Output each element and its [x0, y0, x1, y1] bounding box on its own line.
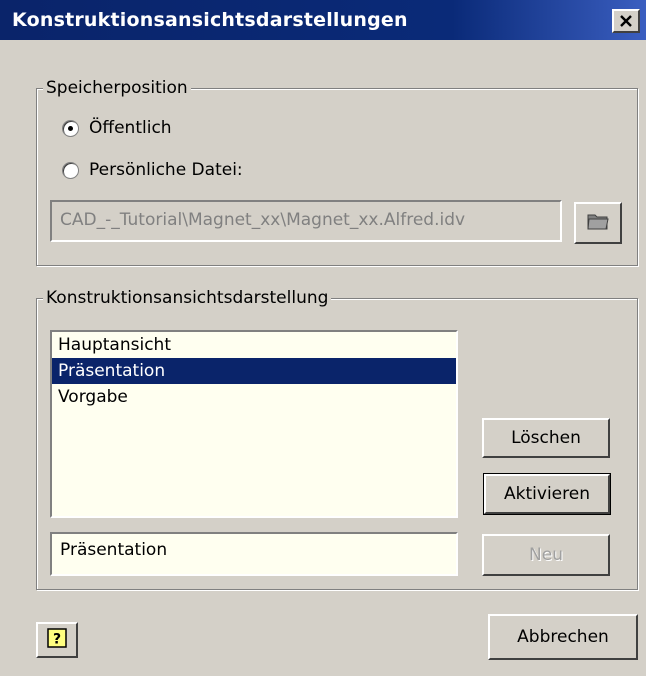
views-group-label: Konstruktionsansichtsdarstellung — [43, 287, 332, 309]
window-title: Konstruktionsansichtsdarstellungen — [12, 9, 408, 31]
path-field: CAD_-_Tutorial\Magnet_xx\Magnet_xx.Alfre… — [50, 200, 562, 242]
help-icon: ? — [46, 627, 68, 654]
list-item[interactable]: Vorgabe — [52, 384, 456, 410]
radio-public-label: Öffentlich — [89, 118, 172, 138]
close-icon — [619, 15, 633, 27]
delete-button[interactable]: Löschen — [482, 418, 610, 458]
list-item[interactable]: Hauptansicht — [52, 332, 456, 358]
browse-button[interactable] — [574, 202, 622, 244]
view-name-input[interactable]: Präsentation — [50, 532, 458, 576]
cancel-button[interactable]: Abbrechen — [488, 614, 638, 660]
radio-personal-indicator[interactable] — [62, 161, 79, 179]
title-bar: Konstruktionsansichtsdarstellungen — [0, 0, 646, 40]
close-button[interactable] — [612, 9, 640, 33]
views-list[interactable]: Hauptansicht Präsentation Vorgabe — [50, 330, 458, 518]
radio-personal[interactable]: Persönliche Datei: — [62, 160, 243, 180]
storage-group-label: Speicherposition — [43, 77, 191, 99]
radio-personal-label: Persönliche Datei: — [89, 160, 243, 180]
help-button[interactable]: ? — [36, 622, 78, 658]
activate-button[interactable]: Aktivieren — [483, 473, 611, 515]
radio-public-indicator[interactable] — [62, 119, 79, 137]
radio-public[interactable]: Öffentlich — [62, 118, 172, 138]
new-button[interactable]: Neu — [482, 534, 610, 576]
svg-text:?: ? — [53, 631, 61, 647]
list-item[interactable]: Präsentation — [52, 358, 456, 384]
folder-icon — [586, 210, 610, 237]
